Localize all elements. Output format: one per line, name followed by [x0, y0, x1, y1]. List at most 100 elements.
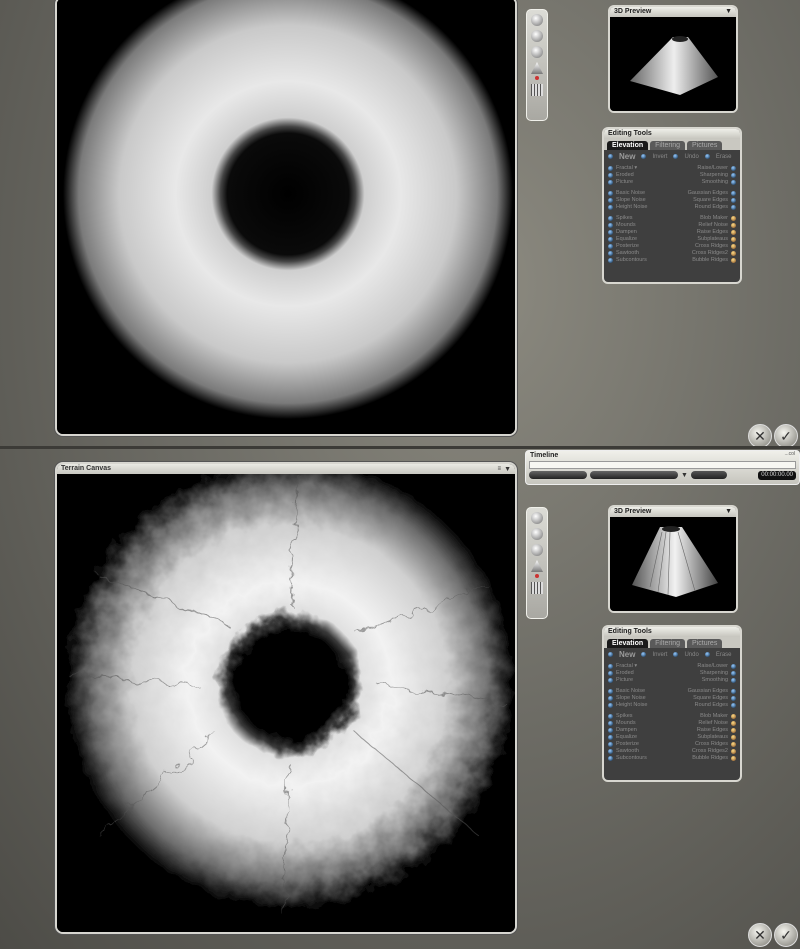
tool-item[interactable]: Subplateaus: [673, 734, 736, 741]
tab-filtering[interactable]: Filtering: [650, 639, 686, 648]
radio-icon: [608, 756, 613, 761]
tool-item[interactable]: Gaussian Edges: [673, 688, 736, 695]
menu-triangle-icon[interactable]: ▼: [725, 7, 732, 17]
tab-elevation[interactable]: Elevation: [607, 639, 649, 648]
keyframe-buttons[interactable]: [529, 471, 587, 479]
erase-radio-icon[interactable]: [704, 652, 710, 657]
tool-item[interactable]: Cross Ridges: [673, 741, 736, 748]
ok-button[interactable]: ✓: [774, 424, 798, 448]
tool-item[interactable]: Square Edges: [673, 197, 736, 204]
tool-item[interactable]: Round Edges: [673, 204, 736, 211]
tool-item[interactable]: Sawtooth: [608, 250, 671, 257]
loop-buttons[interactable]: [690, 471, 727, 479]
tool-item[interactable]: Smoothing: [673, 677, 736, 684]
timeline-track[interactable]: [529, 461, 796, 469]
tool-item[interactable]: Fractal ▾: [608, 165, 671, 172]
cone-tool-icon[interactable]: [531, 62, 543, 74]
terrain-canvas-top[interactable]: [55, 0, 517, 436]
cone-tool-icon[interactable]: [531, 560, 543, 572]
sphere-tool-icon[interactable]: [531, 30, 543, 42]
cancel-button[interactable]: ✕: [748, 424, 772, 448]
tool-item[interactable]: Equalize: [608, 734, 671, 741]
tool-item[interactable]: Slope Noise: [608, 197, 671, 204]
tool-item[interactable]: Basic Noise: [608, 190, 671, 197]
tool-item[interactable]: Spikes: [608, 215, 671, 222]
tool-item[interactable]: Smoothing: [673, 179, 736, 186]
tool-item[interactable]: Mounds: [608, 222, 671, 229]
tool-item[interactable]: Posterize: [608, 741, 671, 748]
tool-item[interactable]: Picture: [608, 677, 671, 684]
tool-item[interactable]: Picture: [608, 179, 671, 186]
dropdown-icon[interactable]: ▼: [681, 472, 688, 479]
tool-item[interactable]: Cross Ridges: [673, 243, 736, 250]
tool-item[interactable]: Relief Noise: [673, 222, 736, 229]
undo-radio-icon[interactable]: [673, 154, 679, 159]
tool-item[interactable]: Sharpening: [673, 172, 736, 179]
new-radio-icon[interactable]: [608, 154, 613, 159]
tab-filtering[interactable]: Filtering: [650, 141, 686, 150]
tool-item[interactable]: Subcontours: [608, 257, 671, 264]
ok-button[interactable]: ✓: [774, 923, 798, 947]
menu-triangle-icon[interactable]: ▼: [725, 507, 732, 517]
tool-item[interactable]: Blob Maker: [673, 713, 736, 720]
erase-radio-icon[interactable]: [704, 154, 710, 159]
tool-item[interactable]: Eroded: [608, 670, 671, 677]
tool-item[interactable]: Equalize: [608, 236, 671, 243]
invert-button[interactable]: Invert: [652, 154, 667, 160]
options-icon[interactable]: ≡: [497, 464, 501, 474]
tool-item[interactable]: Blob Maker: [673, 215, 736, 222]
erase-button[interactable]: Erase: [716, 652, 732, 658]
erase-button[interactable]: Erase: [716, 154, 732, 160]
tool-item[interactable]: Eroded: [608, 172, 671, 179]
new-radio-icon[interactable]: [608, 652, 613, 657]
undo-radio-icon[interactable]: [673, 652, 679, 657]
tool-item[interactable]: Sawtooth: [608, 748, 671, 755]
tool-item[interactable]: Dampen: [608, 727, 671, 734]
tool-item[interactable]: Height Noise: [608, 702, 671, 709]
tool-item[interactable]: Subcontours: [608, 755, 671, 762]
tool-item[interactable]: Cross Ridges2: [673, 748, 736, 755]
tool-item[interactable]: Cross Ridges2: [673, 250, 736, 257]
tool-item[interactable]: Dampen: [608, 229, 671, 236]
undo-button[interactable]: Undo: [684, 154, 698, 160]
invert-radio-icon[interactable]: [641, 154, 647, 159]
tool-item[interactable]: Raise Edges: [673, 229, 736, 236]
tool-item[interactable]: Gaussian Edges: [673, 190, 736, 197]
shaded-sphere-icon[interactable]: [531, 46, 543, 58]
invert-button[interactable]: Invert: [652, 652, 667, 658]
tool-item[interactable]: Fractal ▾: [608, 663, 671, 670]
radio-icon: [608, 728, 613, 733]
sphere-tool-icon[interactable]: [531, 528, 543, 540]
tool-item[interactable]: Bubble Ridges: [673, 257, 736, 264]
tool-item[interactable]: Height Noise: [608, 204, 671, 211]
tab-pictures[interactable]: Pictures: [687, 639, 723, 648]
tool-item[interactable]: Square Edges: [673, 695, 736, 702]
grid-tool-icon[interactable]: [531, 84, 543, 96]
tool-item[interactable]: Subplateaus: [673, 236, 736, 243]
tool-item[interactable]: Raise/Lower: [673, 663, 736, 670]
tab-elevation[interactable]: Elevation: [607, 141, 649, 150]
tool-item[interactable]: Slope Noise: [608, 695, 671, 702]
tool-item[interactable]: Relief Noise: [673, 720, 736, 727]
sphere-tool-icon[interactable]: [531, 14, 543, 26]
new-button[interactable]: New: [619, 650, 635, 659]
tool-item[interactable]: Basic Noise: [608, 688, 671, 695]
tool-item[interactable]: Bubble Ridges: [673, 755, 736, 762]
terrain-canvas-bottom[interactable]: Terrain Canvas ≡ ▼: [55, 462, 517, 934]
tool-item[interactable]: Raise/Lower: [673, 165, 736, 172]
cancel-button[interactable]: ✕: [748, 923, 772, 947]
tool-item[interactable]: Raise Edges: [673, 727, 736, 734]
playback-buttons[interactable]: [590, 471, 678, 479]
grid-tool-icon[interactable]: [531, 582, 543, 594]
tool-item[interactable]: Mounds: [608, 720, 671, 727]
tool-item[interactable]: Sharpening: [673, 670, 736, 677]
tool-item[interactable]: Posterize: [608, 243, 671, 250]
tab-pictures[interactable]: Pictures: [687, 141, 723, 150]
tool-item[interactable]: Spikes: [608, 713, 671, 720]
shaded-sphere-icon[interactable]: [531, 544, 543, 556]
invert-radio-icon[interactable]: [641, 652, 647, 657]
tool-item[interactable]: Round Edges: [673, 702, 736, 709]
sphere-tool-icon[interactable]: [531, 512, 543, 524]
new-button[interactable]: New: [619, 152, 635, 161]
undo-button[interactable]: Undo: [684, 652, 698, 658]
